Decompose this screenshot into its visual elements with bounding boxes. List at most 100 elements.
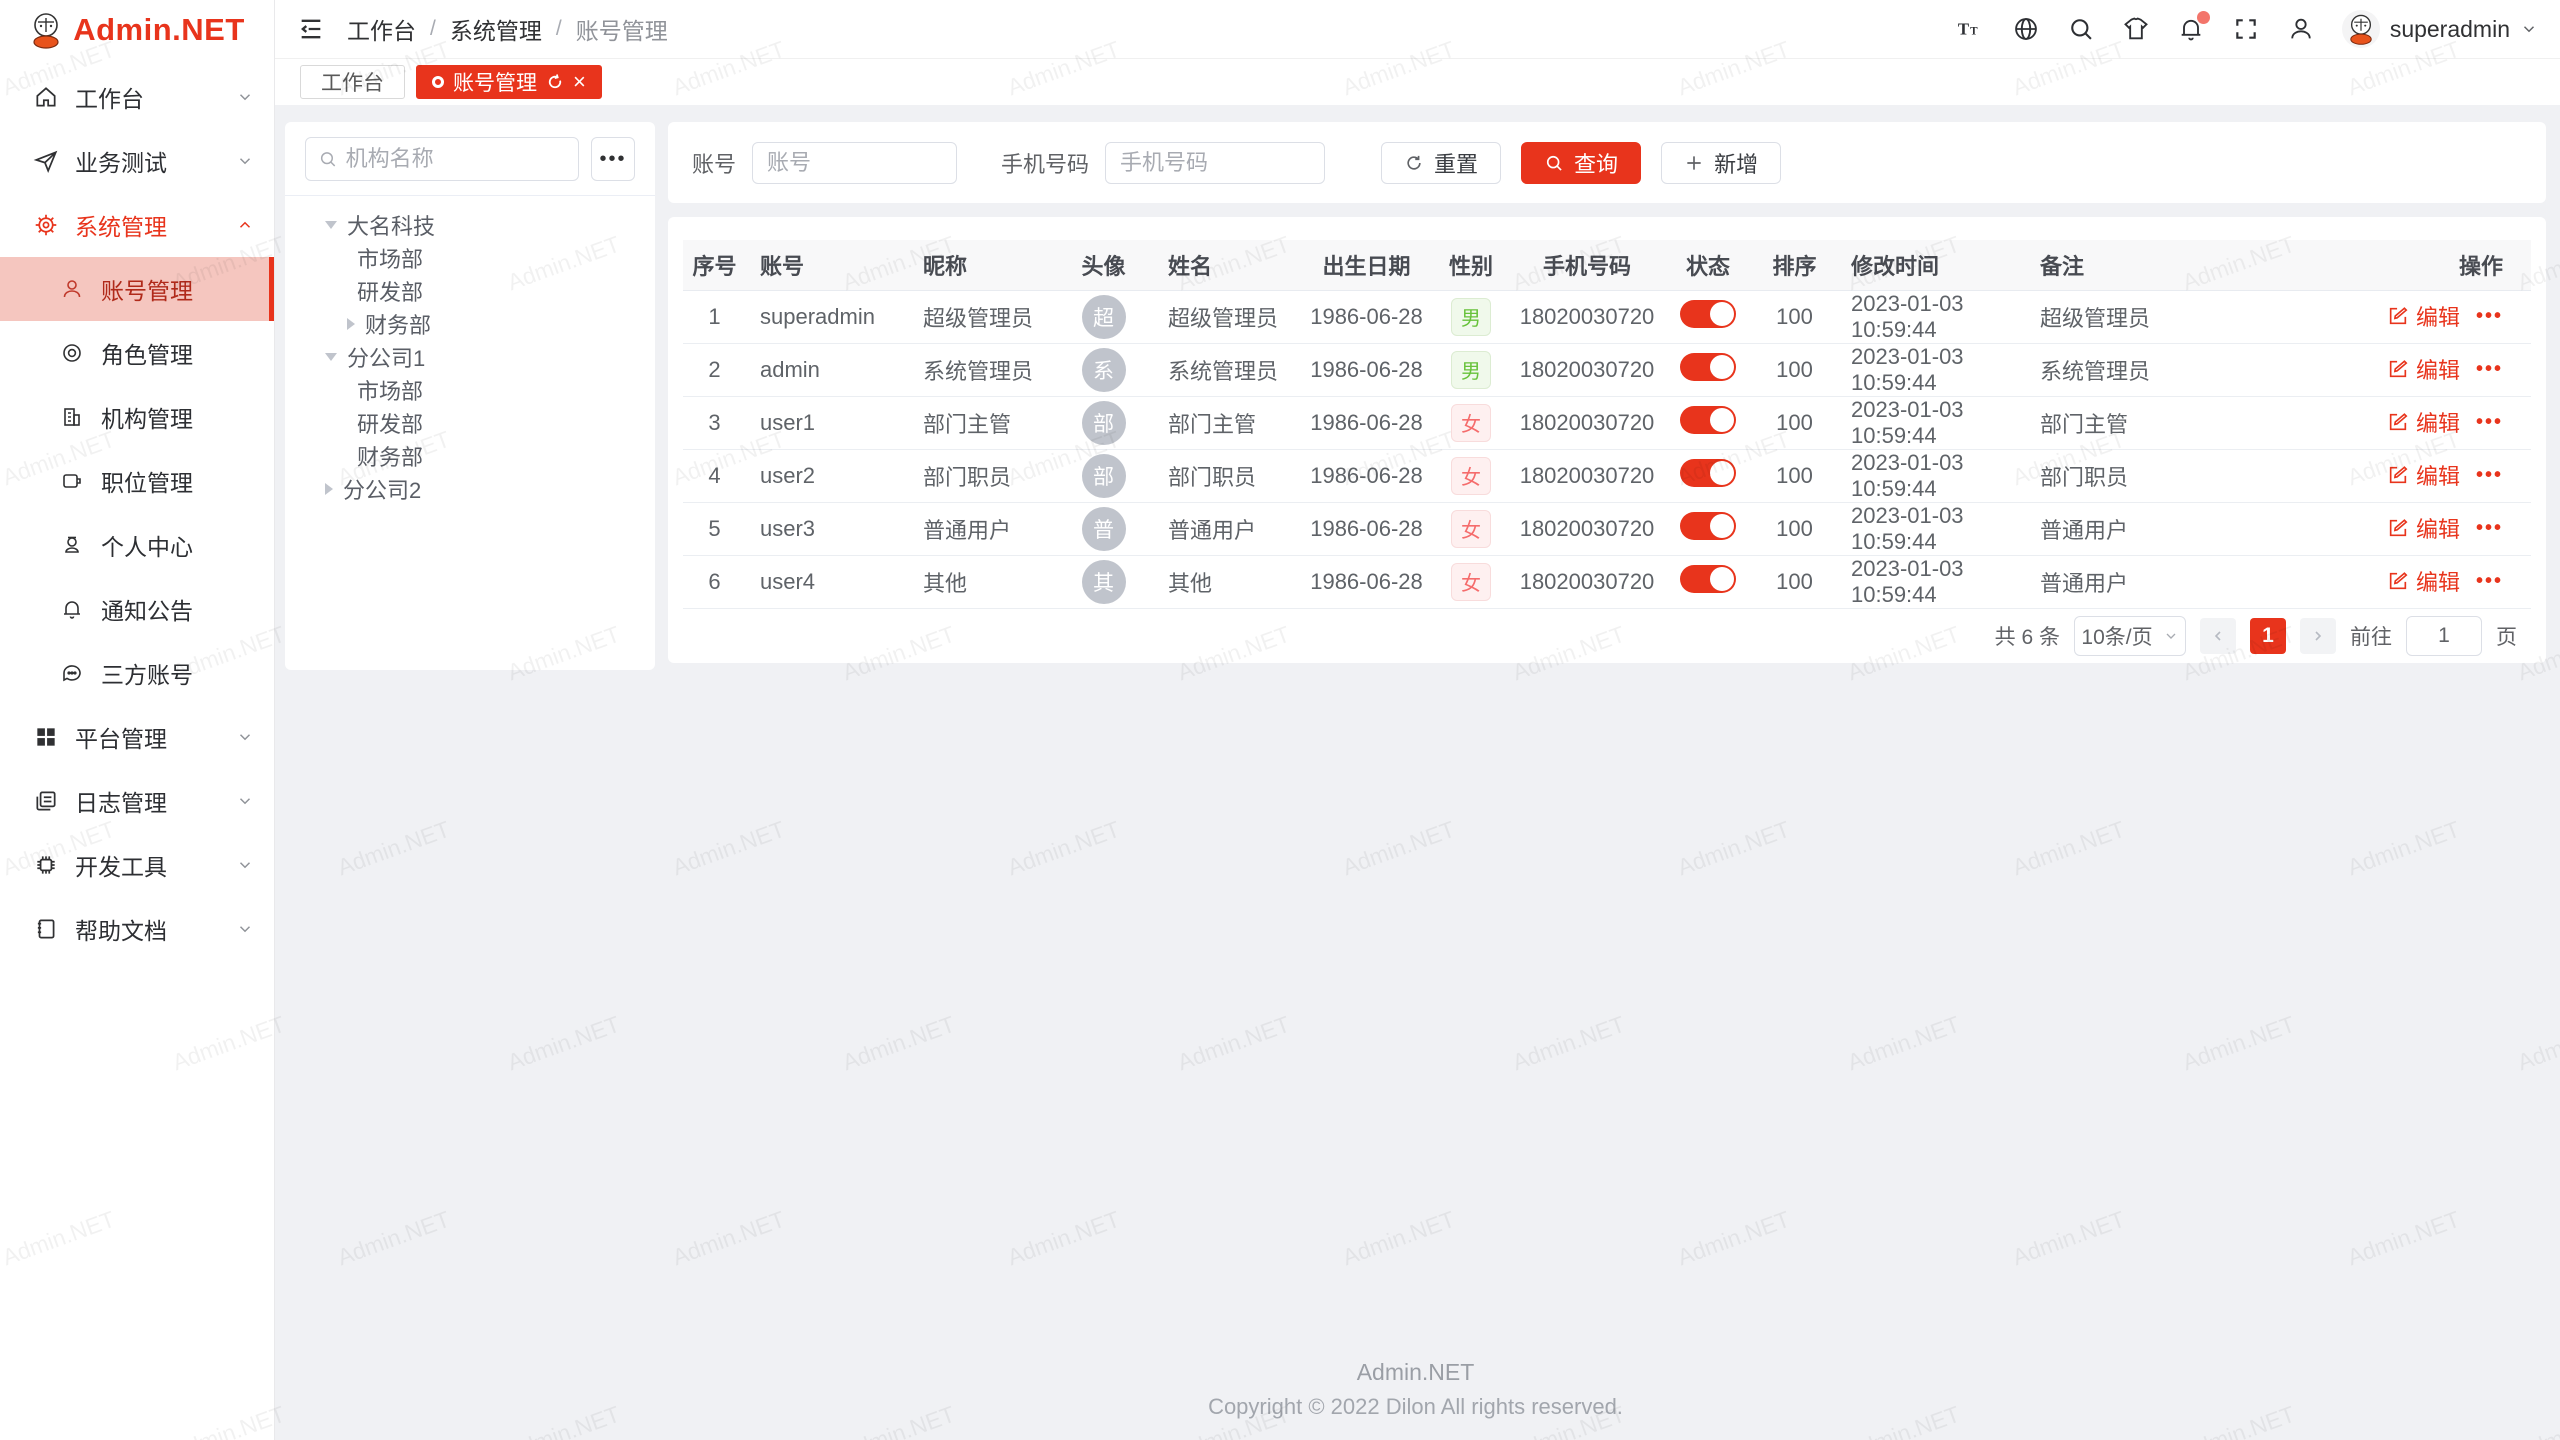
table-row[interactable]: 6 user4 其他 其 其他 1986-06-28 女 18020030720… — [683, 555, 2531, 608]
add-button[interactable]: 新增 — [1661, 142, 1781, 184]
chevron-down-icon — [236, 152, 254, 170]
table-row[interactable]: 2 admin 系统管理员 系 系统管理员 1986-06-28 男 18020… — [683, 343, 2531, 396]
chevron-down-icon — [236, 920, 254, 938]
user-table-card: 序号 账号 昵称 头像 姓名 出生日期 性别 手机号码 状态 排序 — [668, 217, 2546, 663]
sidebar-item-org-management[interactable]: 机构管理 — [0, 385, 274, 449]
more-actions-button[interactable]: ••• — [2476, 411, 2503, 434]
org-search-field[interactable] — [305, 137, 579, 181]
edit-button[interactable]: 编辑 — [2387, 459, 2460, 491]
query-button[interactable]: 查询 — [1521, 142, 1641, 184]
status-toggle[interactable] — [1680, 300, 1736, 328]
sidebar-item-notice[interactable]: 通知公告 — [0, 577, 274, 641]
sidebar-item-log-management[interactable]: 日志管理 — [0, 769, 274, 833]
chevron-left-icon — [2210, 628, 2226, 644]
table-row[interactable]: 5 user3 普通用户 普 普通用户 1986-06-28 女 1802003… — [683, 502, 2531, 555]
col-sort: 排序 — [1752, 240, 1837, 290]
chip-icon — [33, 852, 59, 878]
sidebar-item-account-management[interactable]: 账号管理 — [0, 257, 274, 321]
col-nickname: 昵称 — [909, 240, 1053, 290]
avatar: 系 — [1082, 348, 1126, 392]
fullscreen-icon[interactable] — [2232, 15, 2260, 43]
chat-icon — [59, 660, 85, 686]
org-search-input[interactable] — [346, 146, 566, 172]
sidebar-item-third-party-account[interactable]: 三方账号 — [0, 641, 274, 705]
caret-right-icon[interactable] — [325, 483, 333, 495]
tree-node-yanfabu[interactable]: 研发部 — [305, 274, 635, 307]
app-logo[interactable]: Admin.NET — [0, 0, 274, 59]
more-actions-button[interactable]: ••• — [2476, 358, 2503, 381]
caret-right-icon[interactable] — [347, 318, 355, 330]
close-icon[interactable]: × — [573, 71, 586, 93]
tree-node-caiwubu[interactable]: 财务部 — [305, 307, 635, 340]
status-toggle[interactable] — [1680, 565, 1736, 593]
more-actions-button[interactable]: ••• — [2476, 305, 2503, 328]
col-name: 姓名 — [1154, 240, 1301, 290]
app-root: Admin.NET 工作台 业务测试 系统管理 账号管理 — [0, 0, 2560, 1440]
tree-node-caiwubu2[interactable]: 财务部 — [305, 439, 635, 472]
profile-icon — [59, 532, 85, 558]
status-toggle[interactable] — [1680, 353, 1736, 381]
more-actions-button[interactable]: ••• — [2476, 570, 2503, 593]
breadcrumb: 工作台 / 系统管理 / 账号管理 — [347, 12, 668, 46]
sidebar-item-role-management[interactable]: 角色管理 — [0, 321, 274, 385]
language-icon[interactable] — [2012, 15, 2040, 43]
table-row[interactable]: 4 user2 部门职员 部 部门职员 1986-06-28 女 1802003… — [683, 449, 2531, 502]
status-toggle[interactable] — [1680, 406, 1736, 434]
user-avatar — [2342, 10, 2380, 48]
reset-button[interactable]: 重置 — [1381, 142, 1501, 184]
sidebar-item-business-test[interactable]: 业务测试 — [0, 129, 274, 193]
search-icon[interactable] — [2067, 15, 2095, 43]
user-menu[interactable]: superadmin — [2342, 10, 2538, 48]
chevron-down-icon — [236, 728, 254, 746]
tree-node-fengongsi2[interactable]: 分公司2 — [305, 472, 635, 505]
caret-down-icon[interactable] — [325, 353, 337, 361]
page-size-select[interactable]: 10条/页 — [2074, 616, 2186, 656]
caret-down-icon[interactable] — [325, 221, 337, 229]
page-number-current[interactable]: 1 — [2250, 618, 2286, 654]
more-actions-button[interactable]: ••• — [2476, 464, 2503, 487]
next-page-button[interactable] — [2300, 618, 2336, 654]
sidebar-item-platform-management[interactable]: 平台管理 — [0, 705, 274, 769]
theme-icon[interactable] — [2122, 15, 2150, 43]
notification-icon[interactable] — [2177, 15, 2205, 43]
prev-page-button[interactable] — [2200, 618, 2236, 654]
phone-input[interactable] — [1105, 142, 1325, 184]
edit-button[interactable]: 编辑 — [2387, 353, 2460, 385]
table-row[interactable]: 1 superadmin 超级管理员 超 超级管理员 1986-06-28 男 … — [683, 290, 2531, 343]
status-toggle[interactable] — [1680, 512, 1736, 540]
sidebar-item-workbench[interactable]: 工作台 — [0, 65, 274, 129]
tree-node-damingkeji[interactable]: 大名科技 — [305, 208, 635, 241]
font-size-icon[interactable]: TT — [1957, 15, 1985, 43]
tab-account-management[interactable]: 账号管理 × — [416, 65, 602, 99]
tree-node-shichangbu[interactable]: 市场部 — [305, 241, 635, 274]
tree-node-shichangbu2[interactable]: 市场部 — [305, 373, 635, 406]
gender-badge: 女 — [1451, 510, 1491, 548]
tree-node-fengongsi1[interactable]: 分公司1 — [305, 340, 635, 373]
sidebar-item-dev-tools[interactable]: 开发工具 — [0, 833, 274, 897]
tree-more-button[interactable]: ••• — [591, 137, 635, 181]
edit-button[interactable]: 编辑 — [2387, 300, 2460, 332]
avatar: 部 — [1082, 401, 1126, 445]
logo-icon — [29, 10, 63, 50]
table-row[interactable]: 3 user1 部门主管 部 部门主管 1986-06-28 女 1802003… — [683, 396, 2531, 449]
user-outline-icon[interactable] — [2287, 15, 2315, 43]
sidebar-item-system-management[interactable]: 系统管理 — [0, 193, 274, 257]
refresh-icon[interactable] — [546, 73, 564, 91]
edit-button[interactable]: 编辑 — [2387, 512, 2460, 544]
sidebar-item-help-docs[interactable]: 帮助文档 — [0, 897, 274, 961]
edit-button[interactable]: 编辑 — [2387, 565, 2460, 597]
grid-icon — [33, 724, 59, 750]
menu-fold-icon[interactable] — [297, 15, 325, 43]
goto-page-input[interactable] — [2406, 616, 2482, 656]
tree-node-yanfabu2[interactable]: 研发部 — [305, 406, 635, 439]
edit-button[interactable]: 编辑 — [2387, 406, 2460, 438]
tab-workbench[interactable]: 工作台 — [300, 65, 405, 99]
status-toggle[interactable] — [1680, 459, 1736, 487]
sidebar-item-personal-center[interactable]: 个人中心 — [0, 513, 274, 577]
more-actions-button[interactable]: ••• — [2476, 517, 2503, 540]
active-tab-dot-icon — [432, 76, 444, 88]
breadcrumb-item-system[interactable]: 系统管理 — [450, 12, 542, 46]
breadcrumb-item-workbench[interactable]: 工作台 — [347, 12, 416, 46]
sidebar-item-position-management[interactable]: 职位管理 — [0, 449, 274, 513]
account-input[interactable] — [752, 142, 957, 184]
